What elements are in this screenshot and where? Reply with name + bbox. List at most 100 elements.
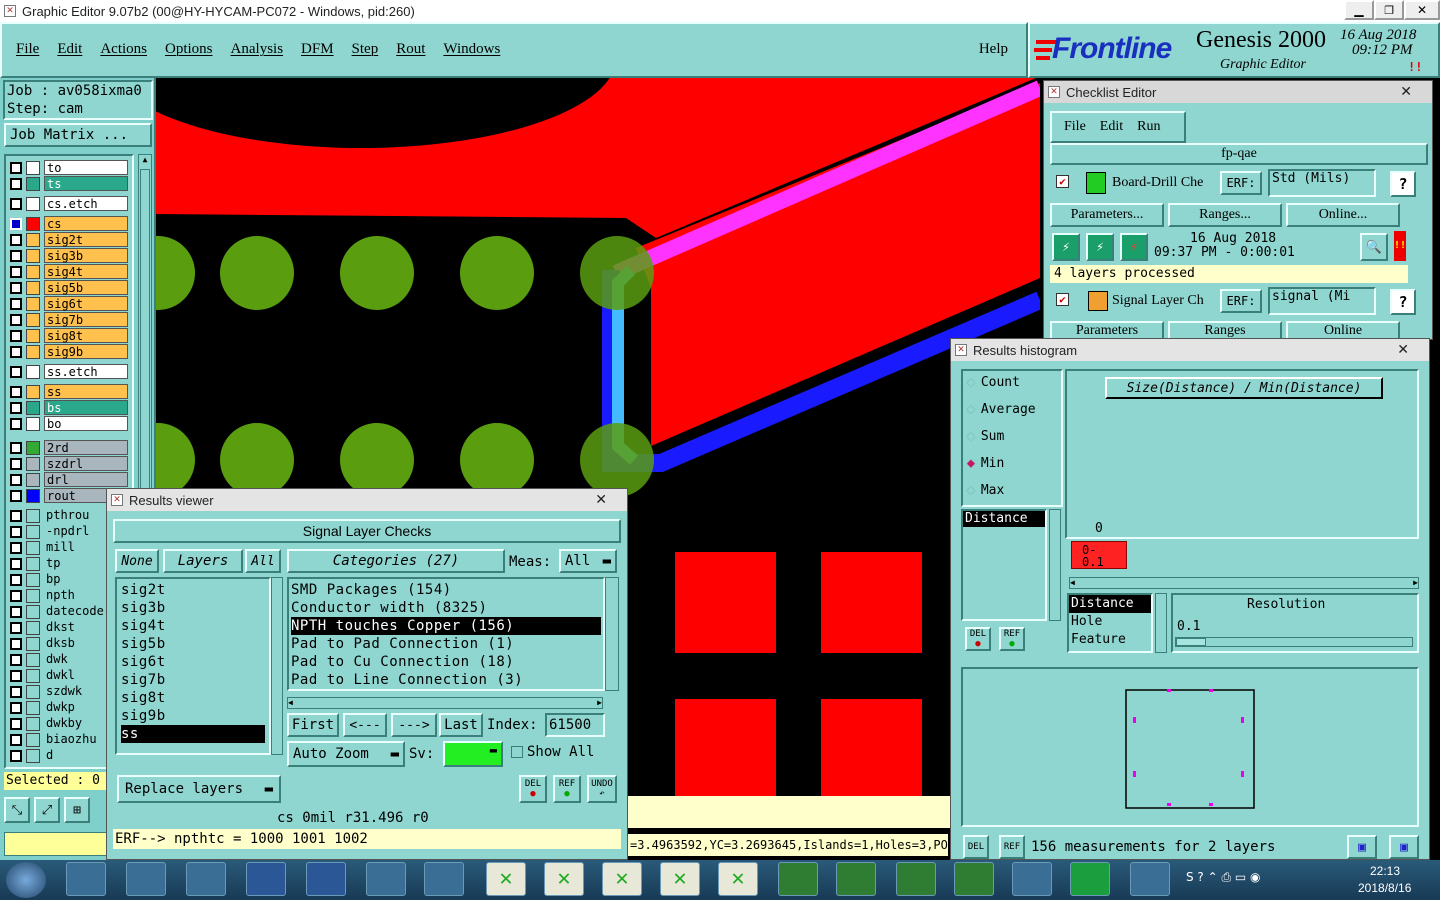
app-red-icon[interactable] — [186, 862, 226, 896]
result-layer-item[interactable]: sig9b — [121, 707, 265, 725]
layer-checkbox[interactable] — [10, 717, 22, 730]
layer-checkbox[interactable] — [10, 329, 22, 342]
layer-checkbox[interactable] — [10, 217, 22, 230]
excel-icon[interactable] — [778, 862, 818, 896]
genesis-icon[interactable]: ✕ — [602, 862, 642, 896]
layer-name[interactable]: sig4t — [44, 264, 128, 279]
histogram-footer-ref[interactable]: REF — [999, 835, 1025, 859]
layer-color-swatch[interactable] — [26, 488, 40, 503]
histogram-bin[interactable]: 0- 0.1 — [1071, 541, 1127, 569]
show-all-checkbox[interactable] — [511, 746, 523, 758]
resolution-slider[interactable] — [1175, 637, 1413, 647]
layer-name[interactable]: ts — [44, 176, 128, 191]
meas-select[interactable]: All ▬ — [559, 549, 617, 573]
mode-sum[interactable]: ◆ Sum — [967, 429, 1004, 444]
last-button[interactable]: Last — [439, 713, 483, 737]
layer-checkbox[interactable] — [10, 281, 22, 294]
zoom-results-icon[interactable]: 🔍 — [1360, 233, 1388, 261]
layer-checkbox[interactable] — [10, 177, 22, 190]
layer-checkbox[interactable] — [10, 541, 22, 554]
histogram-close-icon[interactable]: ✕ — [1397, 342, 1409, 358]
layer-color-swatch[interactable] — [26, 588, 40, 603]
layer-row[interactable]: sig2t — [6, 232, 128, 247]
action2-erf-value[interactable]: signal (Mi — [1268, 287, 1376, 315]
layer-checkbox[interactable] — [10, 365, 22, 378]
layer-color-swatch[interactable] — [26, 540, 40, 555]
excel-icon[interactable] — [954, 862, 994, 896]
layer-checkbox[interactable] — [10, 313, 22, 326]
excel-icon[interactable] — [896, 862, 936, 896]
action2-help-button[interactable]: ? — [1390, 289, 1416, 315]
menu-step[interactable]: Step — [352, 41, 379, 58]
layer-color-swatch[interactable] — [26, 296, 40, 311]
menu-analysis[interactable]: Analysis — [231, 41, 284, 58]
layer-checkbox[interactable] — [10, 749, 22, 762]
layer-row[interactable]: cs.etch — [6, 196, 128, 211]
layer-checkbox[interactable] — [10, 733, 22, 746]
layer-color-swatch[interactable] — [26, 280, 40, 295]
layer-row[interactable]: bo — [6, 416, 128, 431]
layer-color-swatch[interactable] — [26, 508, 40, 523]
excel-icon[interactable] — [836, 862, 876, 896]
layer-color-swatch[interactable] — [26, 440, 40, 455]
first-button[interactable]: First — [287, 713, 339, 737]
layer-checkbox[interactable] — [10, 557, 22, 570]
histogram-export-icon[interactable]: ▣ — [1347, 835, 1377, 859]
layer-color-swatch[interactable] — [26, 456, 40, 471]
layer-row[interactable]: 2rd — [6, 440, 128, 455]
ie-icon[interactable] — [126, 862, 166, 896]
layer-name[interactable]: 2rd — [44, 440, 128, 455]
word-icon[interactable] — [306, 862, 346, 896]
layer-checkbox[interactable] — [10, 441, 22, 454]
layer-row[interactable]: sig5b — [6, 280, 128, 295]
restore-button[interactable]: ❐ — [1374, 0, 1404, 20]
layers-button[interactable]: Layers — [163, 549, 243, 573]
run-icon[interactable]: ⚡ — [1052, 233, 1080, 261]
layer-name[interactable]: sig3b — [44, 248, 128, 263]
run-all-icon[interactable]: ⚡ — [1086, 233, 1114, 261]
layer-checkbox[interactable] — [10, 233, 22, 246]
ranges-button-2[interactable]: Ranges — [1168, 321, 1282, 339]
menu-windows[interactable]: Windows — [443, 41, 500, 58]
result-layer-item[interactable]: sig5b — [121, 635, 265, 653]
auto-zoom-select[interactable]: Auto Zoom ▬ — [287, 741, 405, 767]
histogram-export2-icon[interactable]: ▣ — [1389, 835, 1419, 859]
layer-color-swatch[interactable] — [26, 716, 40, 731]
result-layer-item[interactable]: ss — [121, 725, 265, 743]
layer-checkbox[interactable] — [10, 385, 22, 398]
attr-distance[interactable]: Distance — [963, 511, 1045, 527]
layer-checkbox[interactable] — [10, 161, 22, 174]
layer-color-swatch[interactable] — [26, 176, 40, 191]
layer-color-swatch[interactable] — [26, 264, 40, 279]
histogram-del-button[interactable]: DEL ● — [965, 627, 991, 651]
menu-help[interactable]: Help — [979, 41, 1008, 58]
minimize-button[interactable]: ▁ — [1344, 0, 1374, 20]
layer-checkbox[interactable] — [10, 701, 22, 714]
mode-count[interactable]: ◆ Count — [967, 375, 1020, 390]
pan-tool-icon[interactable]: ⤢ — [34, 797, 60, 823]
close-button[interactable]: ✕ — [1404, 0, 1440, 20]
layer-checkbox[interactable] — [10, 297, 22, 310]
layer-name[interactable]: sig7b — [44, 312, 128, 327]
layer-checkbox[interactable] — [10, 573, 22, 586]
layer-checkbox[interactable] — [10, 457, 22, 470]
results-del-button[interactable]: DEL ● — [519, 775, 547, 803]
group-distance[interactable]: Distance — [1069, 595, 1151, 613]
bird-icon[interactable] — [1130, 862, 1170, 896]
next-button[interactable]: ---> — [391, 713, 437, 737]
index-input[interactable]: 61500 — [545, 713, 605, 737]
attr-scrollbar[interactable] — [1049, 509, 1061, 621]
layer-name[interactable]: cs — [44, 216, 128, 231]
category-hscroll[interactable]: ◀ ▶ — [287, 697, 603, 709]
menu-dfm[interactable]: DFM — [301, 41, 334, 58]
action1-help-button[interactable]: ? — [1390, 171, 1416, 197]
layer-color-swatch[interactable] — [26, 312, 40, 327]
genesis-icon[interactable]: ✕ — [486, 862, 526, 896]
replace-layers-select[interactable]: Replace layers ▬ — [117, 775, 281, 803]
mode-max[interactable]: ◆ Max — [967, 483, 1004, 498]
histogram-hscroll[interactable]: ◀ ▶ — [1069, 577, 1419, 589]
layer-name[interactable]: sig8t — [44, 328, 128, 343]
category-item[interactable]: Pad to Pad Connection (1) — [291, 635, 601, 653]
layer-row[interactable]: drl — [6, 472, 128, 487]
sv-color-select[interactable]: ▬ — [443, 741, 503, 767]
